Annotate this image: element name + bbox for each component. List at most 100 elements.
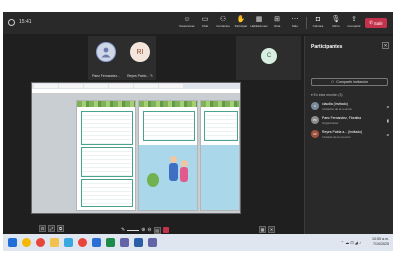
annotation-button[interactable]: ▤ [153,226,161,234]
participant-tile[interactable]: C [236,36,301,80]
mic-icon[interactable]: ▮ [387,118,389,123]
table-block [204,111,238,141]
word-icon[interactable] [92,238,101,247]
raise-hand-icon: ✋ [236,16,246,23]
share-icon: ⇪ [351,16,357,23]
fit-button[interactable]: ⊟ [39,225,46,232]
mic-button[interactable]: 🎙 Micro [328,15,344,31]
rooms-icon: ▦ [255,16,263,23]
stop-sharing-button[interactable] [162,227,169,233]
clock-icon [8,19,15,26]
table-block [143,111,195,141]
avatar: PF [311,116,319,124]
document-page [76,100,136,211]
raise-hand-button[interactable]: ✋ Participar [233,15,249,31]
outlook-icon[interactable] [134,238,143,247]
clock[interactable]: 10:55 a.m. 7/10/2025 [372,237,389,247]
teams-meeting-icon[interactable] [148,238,157,247]
browser-tab[interactable] [134,84,158,88]
zoom-slider[interactable] [127,229,140,231]
meeting-top-bar: 15:41 ☺ Reaccionar ▭ Chat ⚇ Contactos ✋ … [3,12,393,34]
view-button[interactable]: ⊞ Vista [269,15,285,31]
browser-tab[interactable] [109,84,133,88]
avatar: RI [311,130,319,138]
close-icon[interactable]: ✕ [382,42,389,49]
fullscreen-button[interactable]: ⤢ [48,225,55,232]
share-invite-button[interactable]: ⚇ Compartir invitación [311,78,388,86]
frog-illustration [147,173,159,187]
system-tray-icons[interactable]: ⌃ ☁ ⊡ ◢ ♪ [341,240,361,245]
excel-icon[interactable] [106,238,115,247]
child-illustration [180,167,188,182]
chat-icon: ▭ [201,16,209,23]
zoom-out-icon[interactable]: ⊖ [147,227,151,233]
camera-icon: ◘ [315,16,321,23]
leave-button[interactable]: ✆ Salir [365,18,387,28]
leaf-border [139,101,197,107]
start-icon[interactable] [8,238,17,247]
avatar: C [261,48,277,64]
person-add-icon: ⚇ [331,80,335,84]
zoom-in-icon[interactable]: ⊕ [141,227,145,233]
presenter-toolbar: ✎ ⊕ ⊖ ▤ [121,226,169,234]
pointer-icon[interactable]: ✎ [121,227,125,233]
participant-row[interactable]: C claudia (Invitado) Invitados de la reu… [311,101,391,113]
browser-tab[interactable] [34,84,58,88]
document-viewer [32,94,240,213]
participant-tile[interactable]: Paez Fernandez... [88,36,124,80]
windows-taskbar: ⌃ ☁ ⊡ ◢ ♪ 10:55 a.m. 7/10/2025 [3,234,393,251]
child-head-illustration [180,160,188,167]
chrome-icon[interactable] [78,238,87,247]
edge-icon[interactable] [22,238,31,247]
illustration-background [201,145,239,210]
phone-icon: ✆ [369,20,373,25]
teams-icon[interactable] [120,238,129,247]
participant-tile[interactable]: RI Reyes Patric... ✎ [124,36,156,80]
store-icon[interactable] [64,238,73,247]
participant-name: Paez Fernandez, Floralba [322,116,362,120]
table-block [81,111,133,145]
more-button[interactable]: ⋯ Más [287,15,303,31]
layout-button[interactable]: ▦ [259,226,266,233]
view-controls: ⊟ ⤢ ⧉ [39,225,64,232]
document-page [138,100,198,211]
participant-row[interactable]: RI Reyes Patria a... (Invitado) Invitado… [311,129,391,141]
participants-section-header[interactable]: ▾ En esta reunión (3) [311,93,343,97]
toolbar-divider [306,17,307,29]
people-icon: ⚇ [219,16,227,23]
participant-role: Invitados de la reunión [322,107,353,111]
participants-panel: Participantes ✕ ⚇ Compartir invitación ▾… [304,36,393,246]
tile-name: Reyes Patric... ✎ [127,74,153,78]
more-icon: ⋯ [291,16,299,23]
camera-button[interactable]: ◘ Cámara [310,15,326,31]
chat-button[interactable]: ▭ Chat [197,15,213,31]
mic-icon: 🎙 [331,16,341,23]
avatar [96,42,116,62]
participant-role: Invitado de la reunión [322,135,351,139]
grid-icon: ⊞ [274,16,280,23]
participant-row[interactable]: PF Paez Fernandez, Floralba Organizador … [311,115,391,127]
mic-off-icon[interactable]: ⌀ [387,104,389,109]
avatar: RI [130,42,150,62]
rooms-button[interactable]: ▦ Habitaciones [250,15,267,31]
tile-name: Paez Fernandez... [92,74,120,78]
reactions-button[interactable]: ☺ Reaccionar [179,15,195,31]
mic-off-icon[interactable]: ⌀ [387,132,389,137]
file-explorer-icon[interactable] [50,238,59,247]
share-button[interactable]: ⇪ Compartir [346,15,362,31]
chrome-icon[interactable] [36,238,45,247]
browser-tab[interactable] [159,84,183,88]
browser-tab[interactable] [59,84,83,88]
leaf-border [77,101,135,107]
browser-tab[interactable] [84,84,108,88]
participant-name: Reyes Patria a... (Invitado) [322,130,363,134]
close-share-icon[interactable]: ✕ [268,226,275,233]
child-head-illustration [170,156,177,163]
people-button[interactable]: ⚇ Contactos [215,15,231,31]
table-block [81,147,133,177]
child-illustration [169,163,178,181]
person-icon [101,47,111,58]
pop-out-button[interactable]: ⧉ [57,225,64,232]
leaf-border [201,101,239,107]
table-block [81,179,133,207]
